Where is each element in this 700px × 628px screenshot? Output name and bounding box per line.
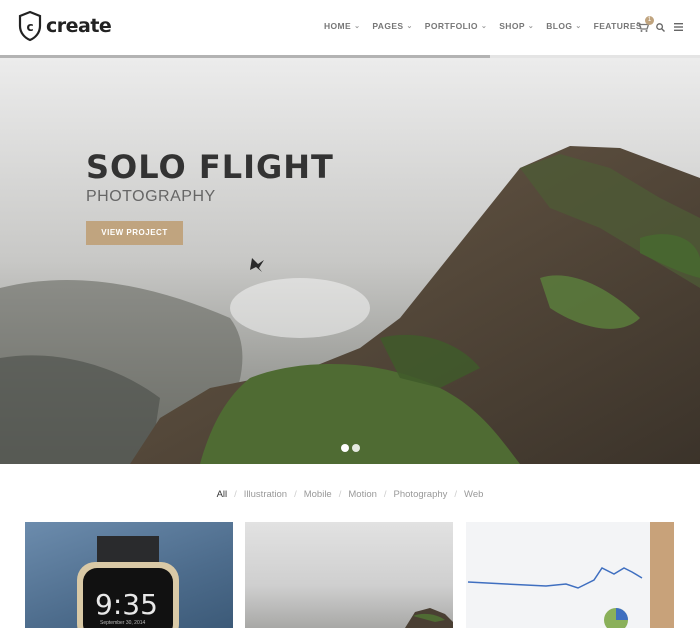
logo[interactable]: c create (18, 10, 112, 42)
nav-label: SHOP (499, 21, 525, 31)
site-header: c create HOME ⌄ PAGES ⌄ PORTFOLIO ⌄ SHOP ⌄ B… (0, 0, 700, 55)
nav-portfolio[interactable]: PORTFOLIO ⌄ (425, 21, 487, 31)
nav-label: PORTFOLIO (424, 21, 478, 31)
menu-icon[interactable] (674, 23, 683, 31)
nav-pages[interactable]: PAGES ⌄ (372, 21, 412, 31)
watch-time: 9:35 (95, 588, 158, 621)
nav-label: HOME (323, 21, 352, 31)
filter-separator: / (338, 489, 342, 500)
chevron-down-icon: ⌄ (527, 23, 535, 30)
nav-blog[interactable]: BLOG ⌄ (546, 21, 581, 31)
cart-count-badge: 1 (645, 16, 654, 25)
nav-label: PAGES (372, 21, 404, 31)
nav-label: BLOG (546, 21, 573, 31)
portfolio-item-analytics[interactable] (466, 522, 674, 628)
watch-date: September 30, 2014 (100, 620, 146, 626)
portfolio-filter: All / Illustration / Mobile / Motion / Photograp… (0, 489, 700, 500)
cliff-image (405, 608, 453, 628)
search-icon[interactable] (656, 23, 665, 32)
shield-logo-icon: c (18, 10, 42, 42)
slider-dot[interactable] (352, 444, 360, 452)
svg-text:c: c (26, 20, 33, 34)
filter-all[interactable]: All (217, 489, 228, 500)
hero-title: SOLO FLIGHT (86, 148, 334, 186)
hero-subtitle: PHOTOGRAPHY (86, 188, 216, 205)
nav-features[interactable]: FEATURES (594, 21, 642, 31)
filter-mobile[interactable]: Mobile (304, 489, 332, 500)
chevron-down-icon: ⌄ (406, 23, 413, 30)
filter-photography[interactable]: Photography (394, 489, 448, 500)
nav-home[interactable]: HOME ⌄ (324, 21, 360, 31)
analytics-chart-image (466, 522, 674, 628)
filter-separator: / (454, 489, 458, 500)
hero-slider: SOLO FLIGHT PHOTOGRAPHY VIEW PROJECT (0, 58, 700, 464)
slider-dot[interactable] (341, 444, 349, 452)
brand-name: create (46, 15, 112, 37)
chevron-down-icon: ⌄ (575, 23, 582, 30)
filter-separator: / (294, 489, 297, 500)
chevron-down-icon: ⌄ (480, 23, 488, 30)
filter-motion[interactable]: Motion (348, 489, 377, 500)
filter-illustration[interactable]: Illustration (244, 489, 287, 500)
main-nav: HOME ⌄ PAGES ⌄ PORTFOLIO ⌄ SHOP ⌄ BLOG ⌄ FEAT… (324, 21, 642, 31)
hero-background-image (0, 58, 700, 464)
view-project-button[interactable]: VIEW PROJECT (86, 221, 183, 245)
chevron-down-icon: ⌄ (354, 23, 361, 30)
filter-separator: / (383, 489, 387, 500)
nav-shop[interactable]: SHOP ⌄ (499, 21, 534, 31)
filter-web[interactable]: Web (464, 489, 483, 500)
slider-pagination (341, 444, 360, 452)
portfolio-item-solo-flight[interactable] (245, 522, 453, 628)
filter-separator: / (234, 489, 237, 500)
nav-label: FEATURES (593, 21, 642, 31)
